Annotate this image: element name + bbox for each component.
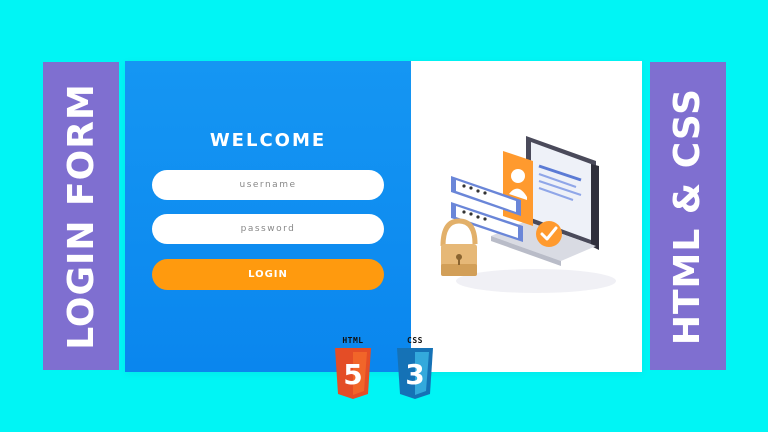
css3-label: CSS [407,336,423,345]
security-illustration [440,136,616,293]
svg-text:5: 5 [343,358,362,391]
padlock-icon [440,218,478,276]
html5-label: HTML [342,336,364,345]
password-input[interactable] [152,214,384,244]
illustration-panel [411,61,642,372]
html-css-banner-text: HTML & CSS [667,87,709,345]
welcome-title: WELCOME [209,130,327,151]
svg-text:3: 3 [405,358,424,391]
html5-logo-icon: 5 [335,348,371,399]
login-form-banner-text: LOGIN FORM [60,82,102,350]
css3-logo-icon: 3 [397,348,433,399]
html-css-banner: HTML & CSS [650,62,726,370]
login-button[interactable]: LOGIN [152,259,384,290]
login-form-panel: WELCOME LOGIN [125,61,411,372]
css3-badge: CSS 3 [391,336,439,402]
login-card: WELCOME LOGIN [125,61,642,372]
check-icon [536,221,562,247]
html5-badge: HTML 5 [329,336,377,402]
login-form-banner: LOGIN FORM [43,62,119,370]
username-input[interactable] [152,170,384,200]
